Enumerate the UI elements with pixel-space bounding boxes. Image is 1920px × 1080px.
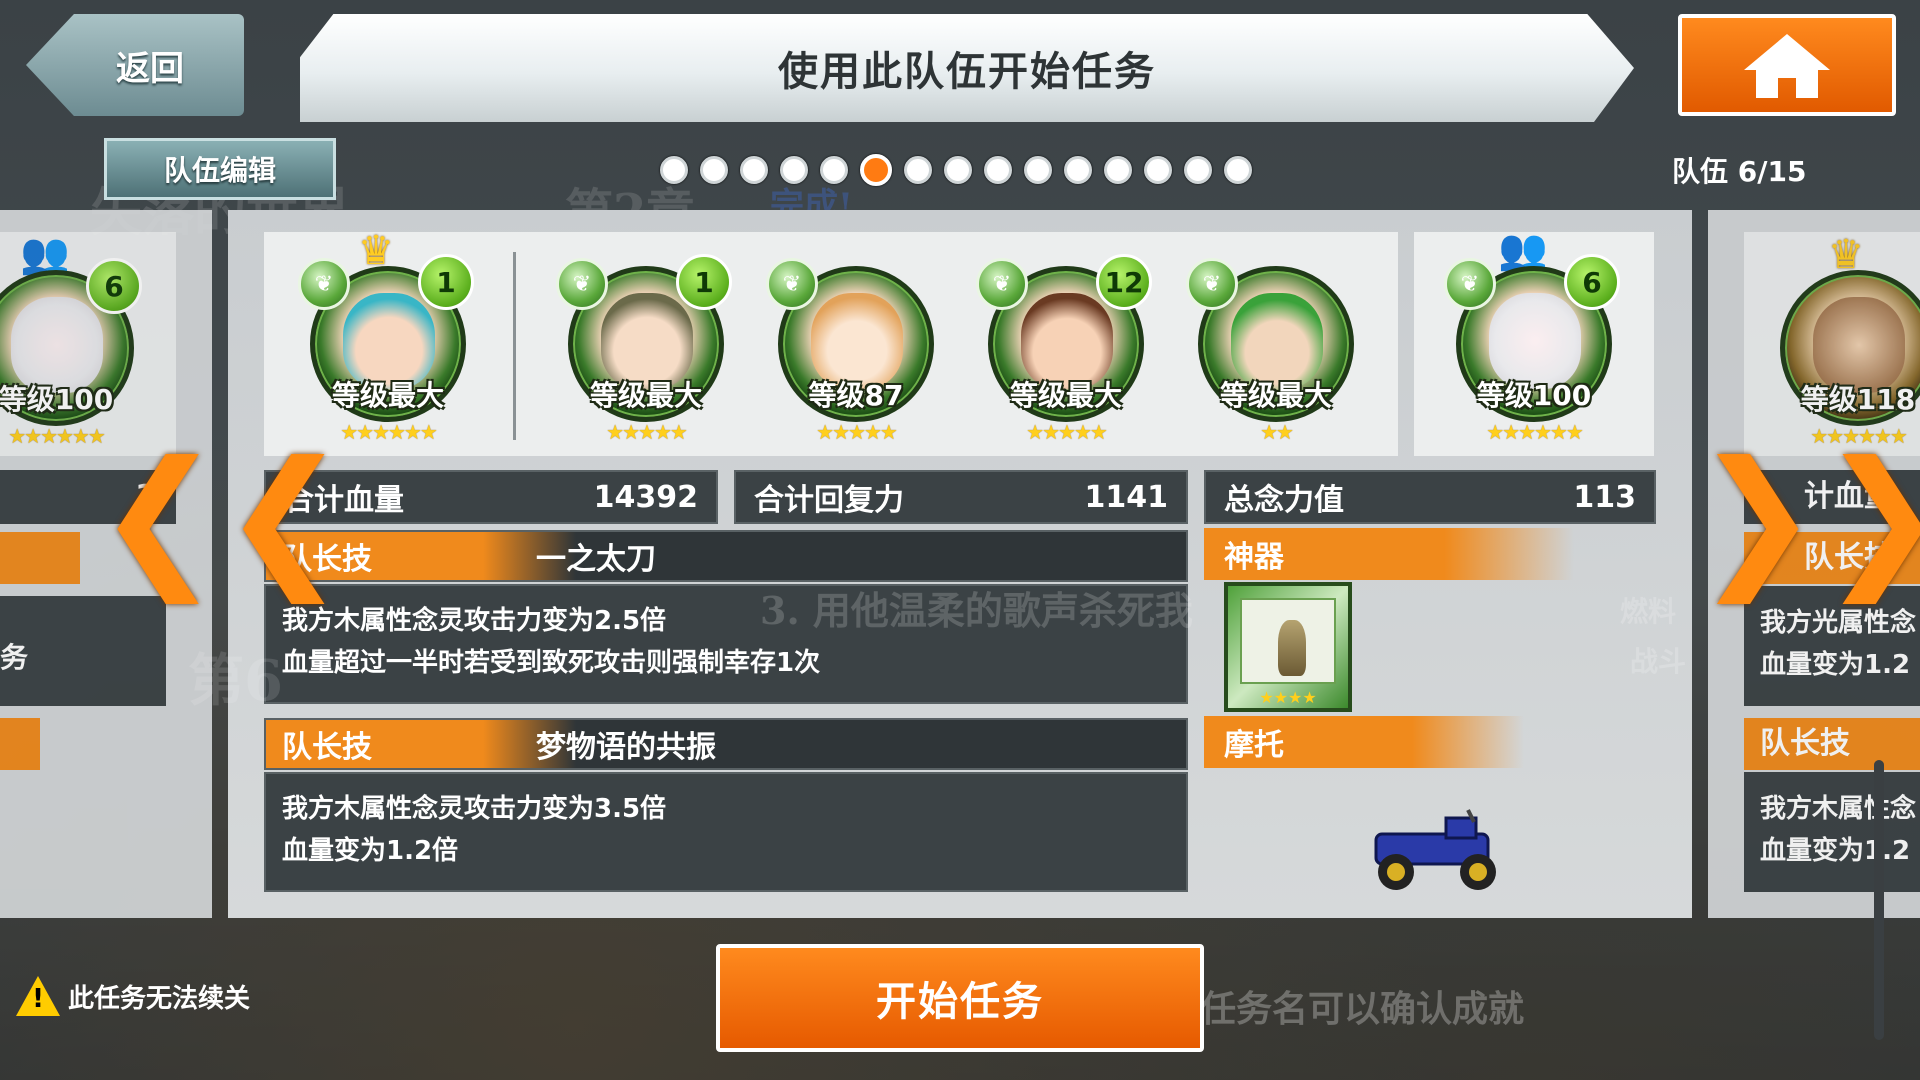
unit-slot-2[interactable]: ❦ 1 等级最大 ★★★★★ — [556, 236, 736, 444]
page-dot-10[interactable] — [1024, 156, 1052, 184]
unit-badge: 1 — [418, 254, 474, 310]
page-dot-11[interactable] — [1064, 156, 1092, 184]
page-dot-6[interactable] — [860, 154, 892, 186]
next-team-arrow[interactable]: ❯❯ — [1694, 430, 1920, 604]
no-continue-warning: ! 此任务无法续关 — [16, 976, 250, 1016]
total-recovery: 合计回复力 1141 — [734, 470, 1188, 524]
leader-skill-2-desc: 我方木属性念灵攻击力变为3.5倍 血量变为1.2倍 — [264, 772, 1188, 892]
next-skill-body: 我方光属性念 血量变为1.2 — [1744, 586, 1920, 706]
page-dot-13[interactable] — [1144, 156, 1172, 184]
leader-skill-2-line1: 我方木属性念灵攻击力变为3.5倍 — [282, 794, 667, 824]
bg-fuel: 燃料 — [1620, 595, 1677, 628]
unit-level: 等级100 — [1476, 379, 1592, 412]
wood-element-icon: ❦ — [298, 258, 350, 310]
unit-badge: 6 — [1564, 254, 1620, 310]
unit-level: 等级最大 — [1219, 379, 1332, 412]
artifact-slot[interactable]: ★★★★ — [1224, 582, 1352, 712]
next-skill-line4: 血量变为1.2 — [1760, 836, 1911, 866]
page-dot-4[interactable] — [780, 156, 808, 184]
page-dot-2[interactable] — [700, 156, 728, 184]
bg-battle: 战斗 — [1630, 645, 1687, 678]
vehicle-header: 摩托 — [1204, 716, 1524, 768]
unit-slot-leader[interactable]: ♛ ❦ 1 等级最大 ★★★★★★ — [298, 228, 478, 444]
wood-element-icon: ❦ — [556, 258, 608, 310]
page-dot-15[interactable] — [1224, 156, 1252, 184]
team-pagination — [660, 154, 1252, 186]
unit-level: 等级最大 — [589, 379, 702, 412]
total-willpower-label: 总念力值 — [1224, 483, 1344, 518]
friend-slot[interactable]: 👥 ❦ 6 等级100 ★★★★★★ — [1414, 227, 1654, 456]
wood-element-icon: ❦ — [1444, 258, 1496, 310]
friend-unit: 👥 ❦ 6 等级100 ★★★★★★ — [1444, 227, 1624, 444]
scrollbar[interactable] — [1874, 760, 1884, 1040]
leader-skill-2-tag: 队长技 — [266, 720, 576, 768]
leader-skill-1-name: 一之太刀 — [536, 542, 656, 577]
page-dot-14[interactable] — [1184, 156, 1212, 184]
leader-skill-1-header: 队长技 一之太刀 — [264, 530, 1188, 582]
page-dot-7[interactable] — [904, 156, 932, 184]
unit-slot-3[interactable]: ❦ 等级87 ★★★★★ — [766, 236, 946, 444]
warning-text: 此任务无法续关 — [68, 983, 251, 1014]
total-willpower: 总念力值 113 — [1204, 470, 1656, 524]
leader-skill-2-name: 梦物语的共振 — [536, 730, 716, 765]
page-dot-8[interactable] — [944, 156, 972, 184]
team-counter: 队伍 6/15 — [1672, 155, 1807, 188]
page-dot-12[interactable] — [1104, 156, 1132, 184]
unit-level: 等级最大 — [331, 379, 444, 412]
next-skill-tag2: 队长技 — [1744, 718, 1920, 770]
team-edit-button[interactable]: 队伍编辑 — [104, 138, 336, 200]
unit-stars: ★★ — [1260, 420, 1294, 444]
wood-element-icon: ❦ — [976, 258, 1028, 310]
artifact-icon — [1278, 620, 1306, 676]
unit-level: 等级118 — [1800, 383, 1916, 416]
artifact-stars: ★★★★ — [1259, 688, 1317, 707]
wood-element-icon: ❦ — [766, 258, 818, 310]
prev-team-arrow[interactable]: ❮❮ — [96, 430, 347, 604]
bg-quest: 3. 用他温柔的歌声杀死我 — [760, 588, 1193, 633]
unit-stars: ★★★★★ — [606, 420, 688, 444]
back-label: 返回 — [116, 48, 184, 89]
artifact-header: 神器 — [1204, 528, 1574, 580]
unit-level: 等级87 — [808, 379, 904, 412]
next-team-unit: ♛ 等级118 ★★★★★★ — [1768, 232, 1920, 448]
start-mission-button[interactable]: 开始任务 — [716, 944, 1204, 1052]
leader-skill-2-header: 队长技 梦物语的共振 — [264, 718, 1188, 770]
unit-level: 等级最大 — [1009, 379, 1122, 412]
next-skill-body2: 我方木属性念 血量变为1.2 — [1744, 772, 1920, 892]
unit-level: 等级100 — [0, 383, 114, 416]
warning-icon: ! — [16, 976, 60, 1016]
prev-text: 务 — [0, 596, 166, 706]
leader-skill-1-line2: 血量超过一半时若受到致死攻击则强制幸存1次 — [282, 648, 821, 678]
total-recovery-label: 合计回复力 — [754, 483, 904, 518]
unit-stars: ★★★★★★ — [1486, 420, 1584, 444]
next-skill-line1: 我方光属性念 — [1760, 608, 1917, 638]
vehicle-car-icon[interactable] — [1356, 804, 1512, 894]
page-title: 使用此队伍开始任务 — [300, 14, 1634, 122]
unit-stars: ★★★★★ — [1026, 420, 1108, 444]
next-skill-line3: 我方木属性念 — [1760, 794, 1917, 824]
next-skill-line2: 血量变为1.2 — [1760, 650, 1911, 680]
prev-team-unit: 👥 6 等级100 ★★★★★★ — [0, 231, 146, 448]
page-dot-9[interactable] — [984, 156, 1012, 184]
unit-slot-4[interactable]: ❦ 12 等级最大 ★★★★★ — [976, 236, 1156, 444]
wood-element-icon: ❦ — [1186, 258, 1238, 310]
total-willpower-value: 113 — [1573, 479, 1636, 515]
unit-stars: ★★★★★ — [816, 420, 898, 444]
leader-divider — [513, 252, 516, 440]
page-dot-5[interactable] — [820, 156, 848, 184]
total-hp-value: 14392 — [593, 479, 698, 515]
bg-hint: 任务名可以确认成就 — [1200, 988, 1525, 1030]
bg-chapter6: 第6 — [188, 648, 283, 714]
home-button[interactable] — [1678, 14, 1896, 116]
unit-badge: 1 — [676, 254, 732, 310]
total-recovery-value: 1141 — [1084, 479, 1169, 515]
page-dot-1[interactable] — [660, 156, 688, 184]
home-icon — [1744, 34, 1830, 98]
unit-slot-5[interactable]: ❦ 等级最大 ★★ — [1186, 236, 1366, 444]
unit-badge: 12 — [1096, 254, 1152, 310]
page-dot-3[interactable] — [740, 156, 768, 184]
unit-badge: 6 — [86, 258, 142, 314]
leader-skill-2-line2: 血量变为1.2倍 — [282, 836, 459, 866]
